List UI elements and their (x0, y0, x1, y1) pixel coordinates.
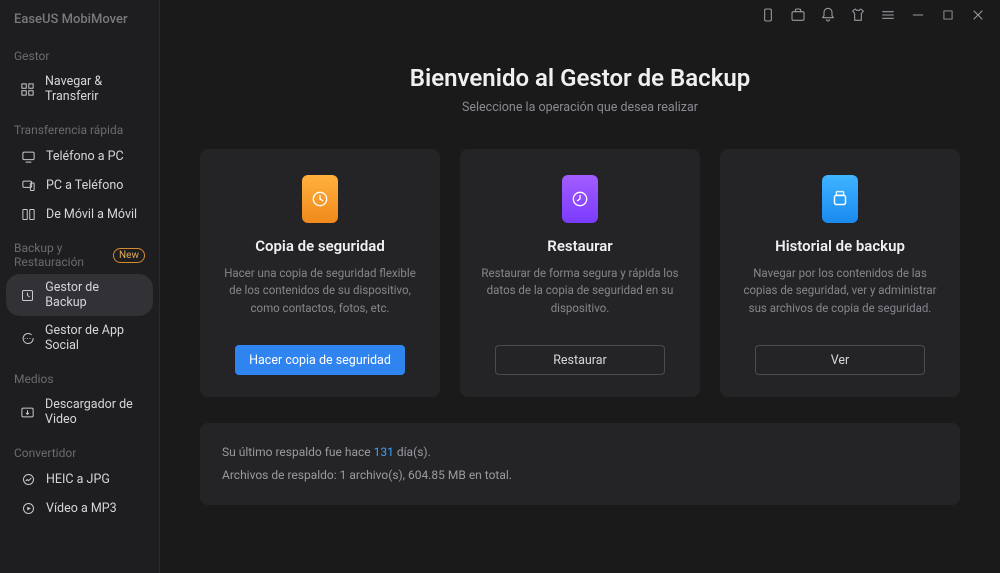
backup-manager-icon (20, 287, 35, 303)
sidebar-item-v-deo-a-mp3[interactable]: Vídeo a MP3 (6, 494, 153, 522)
sidebar-item-label: Teléfono a PC (46, 149, 124, 164)
section-header: Transferencia rápida (0, 117, 159, 141)
sidebar: EaseUS MobiMover Gestor Navegar & Transfe… (0, 0, 160, 573)
page-subtitle: Seleccione la operación que desea realiz… (200, 100, 960, 115)
phone-to-pc-icon (20, 148, 36, 164)
card-title: Historial de backup (775, 237, 905, 255)
chat-icon (20, 330, 35, 346)
card-desc: Restaurar de forma segura y rápida los d… (478, 265, 682, 333)
page-title: Bienvenido al Gestor de Backup (200, 64, 960, 92)
sidebar-item-label: De Móvil a Móvil (46, 207, 137, 222)
pc-to-phone-icon (20, 177, 36, 193)
card-button-hacer-copia-de-seguridad[interactable]: Hacer copia de seguridad (235, 345, 405, 375)
footer-panel: Su último respaldo fue hace 131 día(s). … (200, 423, 960, 505)
sidebar-item-descargador-de-video[interactable]: Descargador de Video (6, 391, 153, 433)
backup-icon (302, 175, 338, 223)
footer-accent-days: 131 (374, 445, 394, 459)
sidebar-item-label: PC a Teléfono (46, 178, 123, 193)
sidebar-item-tel-fono-a-pc[interactable]: Teléfono a PC (6, 142, 153, 170)
card-button-restaurar[interactable]: Restaurar (495, 345, 665, 375)
sidebar-item-navegar-transferir[interactable]: Navegar & Transferir (6, 68, 153, 110)
history-icon (822, 175, 858, 223)
content: Bienvenido al Gestor de Backup Seleccion… (160, 30, 1000, 573)
card-desc: Navegar por los contenidos de las copias… (738, 265, 942, 333)
video-mp3-icon (20, 500, 36, 516)
sidebar-item-label: Navegar & Transferir (45, 74, 139, 104)
sidebar-item-label: Gestor de Backup (45, 280, 139, 310)
menu-icon[interactable] (880, 7, 896, 23)
card-button-ver[interactable]: Ver (755, 345, 925, 375)
sidebar-item-pc-a-tel-fono[interactable]: PC a Teléfono (6, 171, 153, 199)
sidebar-item-gestor-de-backup[interactable]: Gestor de Backup (6, 274, 153, 316)
tshirt-icon[interactable] (850, 7, 866, 23)
section-header: Backup y RestauraciónNew (0, 235, 159, 273)
card-desc: Hacer una copia de seguridad flexible de… (218, 265, 422, 333)
device-icon[interactable] (760, 7, 776, 23)
cards-row: Copia de seguridad Hacer una copia de seg… (200, 149, 960, 397)
close-icon[interactable] (970, 7, 986, 23)
sidebar-item-gestor-de-app-social[interactable]: Gestor de App Social (6, 317, 153, 359)
sidebar-item-label: HEIC a JPG (46, 472, 110, 487)
grid-icon (20, 81, 35, 97)
minimize-icon[interactable] (910, 7, 926, 23)
sidebar-item-label: Gestor de App Social (45, 323, 139, 353)
sidebar-item-label: Vídeo a MP3 (46, 501, 117, 516)
section-header: Convertidor (0, 440, 159, 464)
sidebar-item-heic-a-jpg[interactable]: HEIC a JPG (6, 465, 153, 493)
section-header: Gestor (0, 43, 159, 67)
card-title: Restaurar (547, 237, 612, 255)
app-title: EaseUS MobiMover (0, 8, 159, 37)
sidebar-item-label: Descargador de Video (45, 397, 139, 427)
main-area: Bienvenido al Gestor de Backup Seleccion… (160, 0, 1000, 573)
card-copia-de-seguridad: Copia de seguridad Hacer una copia de seg… (200, 149, 440, 397)
section-header: Medios (0, 366, 159, 390)
card-restaurar: Restaurar Restaurar de forma segura y ráp… (460, 149, 700, 397)
sidebar-item-de-m-vil-a-m-vil[interactable]: De Móvil a Móvil (6, 200, 153, 228)
footer-line-1: Su último respaldo fue hace 131 día(s). (222, 441, 938, 464)
window-controls (160, 0, 1000, 30)
restore-icon (562, 175, 598, 223)
footer-line-2: Archivos de respaldo: 1 archivo(s), 604.… (222, 464, 938, 487)
heic-jpg-icon (20, 471, 36, 487)
card-historial-de-backup: Historial de backup Navegar por los conte… (720, 149, 960, 397)
bell-icon[interactable] (820, 7, 836, 23)
card-title: Copia de seguridad (255, 237, 385, 255)
toolbox-icon[interactable] (790, 7, 806, 23)
video-download-icon (20, 404, 35, 420)
phone-to-phone-icon (20, 206, 36, 222)
new-badge: New (113, 248, 145, 263)
maximize-icon[interactable] (940, 7, 956, 23)
